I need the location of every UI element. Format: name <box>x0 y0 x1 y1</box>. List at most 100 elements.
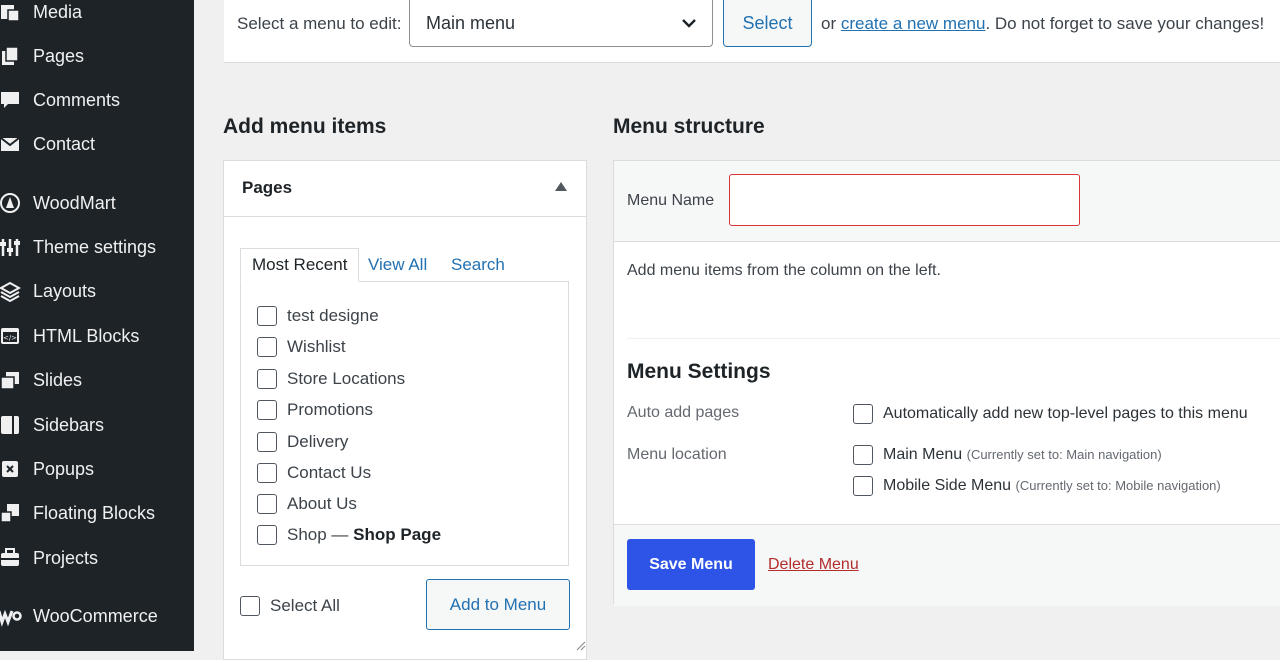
sidebar-item-label: Comments <box>33 89 121 110</box>
checkbox[interactable] <box>853 476 873 496</box>
location-main-menu[interactable]: Main Menu (Currently set to: Main naviga… <box>853 443 1162 467</box>
save-menu-button[interactable]: Save Menu <box>627 539 755 590</box>
pages-checklist: test designe Wishlist Store Locations Pr… <box>240 281 569 566</box>
sidebar-item-slides[interactable]: Slides <box>0 360 194 400</box>
menu-location-label: Menu location <box>627 446 727 463</box>
checkbox[interactable] <box>853 404 873 424</box>
shop-label: Shop — <box>287 525 349 544</box>
floating-icon <box>0 501 22 525</box>
select-all-checkbox[interactable]: Select All <box>240 593 340 619</box>
collapse-arrow-icon[interactable] <box>555 182 567 191</box>
sidebar-item-label: Media <box>33 1 83 22</box>
menu-footer-bar: Save Menu Delete Menu <box>614 524 1280 606</box>
pages-icon <box>0 44 22 68</box>
sidebar-item-label: Popups <box>33 458 95 479</box>
select-menu-label: Select a menu to edit: <box>237 14 402 33</box>
hint-suffix: . Do not forget to save your changes! <box>985 14 1265 33</box>
pages-panel-title: Pages <box>242 178 293 197</box>
menu-structure-panel: Menu Name Add menu items from the column… <box>613 160 1280 606</box>
resize-handle-icon[interactable] <box>574 639 586 651</box>
page-item[interactable]: test designe <box>257 303 379 329</box>
sidebar-item-projects[interactable]: Projects <box>0 538 194 578</box>
sidebar-item-woocommerce[interactable]: WooCommerce <box>0 596 194 636</box>
sidebar-item-theme-settings[interactable]: Theme settings <box>0 227 194 267</box>
sliders-icon <box>0 235 22 259</box>
sidebar-item-label: Sidebars <box>33 414 105 435</box>
sidebar-icon <box>0 413 22 437</box>
menu-structure-hint: Add menu items from the column on the le… <box>627 262 941 279</box>
page-item[interactable]: Delivery <box>257 429 348 455</box>
select-button[interactable]: Select <box>723 0 812 47</box>
sidebar-item-label: Slides <box>33 369 83 390</box>
checkbox[interactable] <box>257 432 277 452</box>
menu-name-input[interactable] <box>729 174 1080 226</box>
sidebar-item-label: Pages <box>33 45 85 66</box>
checkbox[interactable] <box>257 525 277 545</box>
page-item-shop[interactable]: Shop — Shop Page <box>257 522 441 548</box>
pages-panel-header[interactable]: Pages <box>224 161 586 217</box>
sidebar-item-popups[interactable]: Popups <box>0 449 194 489</box>
pages-tabs: Most Recent View All Search <box>240 248 570 282</box>
sidebar-item-floating-blocks[interactable]: Floating Blocks <box>0 493 194 533</box>
tab-most-recent[interactable]: Most Recent <box>240 248 360 282</box>
location-name: Main Menu <box>883 446 963 463</box>
menu-select-dropdown[interactable]: Main menu <box>409 0 713 47</box>
page-item[interactable]: Store Locations <box>257 366 405 392</box>
admin-sidebar: Media Pages Comments Contact WoodMart Th… <box>0 0 194 651</box>
add-menu-items-heading: Add menu items <box>223 115 387 138</box>
sidebar-item-pages[interactable]: Pages <box>0 36 194 76</box>
location-note: (Currently set to: Mobile navigation) <box>1015 478 1221 493</box>
page-item[interactable]: Contact Us <box>257 460 371 486</box>
hint-prefix: or <box>821 14 837 33</box>
sidebar-item-layouts[interactable]: Layouts <box>0 271 194 311</box>
sidebar-item-sidebars[interactable]: Sidebars <box>0 405 194 445</box>
checkbox[interactable] <box>257 369 277 389</box>
create-new-menu-link[interactable]: create a new menu <box>841 14 986 33</box>
popup-icon <box>0 457 22 481</box>
auto-add-option[interactable]: Automatically add new top-level pages to… <box>853 402 1248 426</box>
auto-add-label: Auto add pages <box>627 404 740 421</box>
woocommerce-icon <box>0 604 22 628</box>
svg-text:</>: </> <box>3 334 17 342</box>
divider <box>627 338 1280 339</box>
html-icon: </> <box>0 324 22 348</box>
checkbox[interactable] <box>240 596 260 616</box>
location-mobile-side-menu[interactable]: Mobile Side Menu (Currently set to: Mobi… <box>853 474 1221 498</box>
menu-hint: or create a new menu. Do not forget to s… <box>821 14 1264 34</box>
page-item[interactable]: Wishlist <box>257 334 346 360</box>
comments-icon <box>0 88 22 112</box>
sidebar-item-woodmart[interactable]: WoodMart <box>0 183 194 223</box>
shop-page-suffix: Shop Page <box>353 525 442 544</box>
delete-menu-link[interactable]: Delete Menu <box>768 556 859 574</box>
menu-settings-title: Menu Settings <box>627 360 771 383</box>
sidebar-item-label: Layouts <box>33 280 97 301</box>
sidebar-item-label: HTML Blocks <box>33 325 140 346</box>
checkbox[interactable] <box>257 306 277 326</box>
checkbox[interactable] <box>257 400 277 420</box>
slides-icon <box>0 368 22 392</box>
layers-icon <box>0 279 22 303</box>
pages-panel: Pages Most Recent View All Search test d… <box>223 160 587 660</box>
sidebar-item-label: Contact <box>33 133 96 154</box>
selected-menu-value: Main menu <box>426 13 516 33</box>
sidebar-item-html-blocks[interactable]: </> HTML Blocks <box>0 316 194 356</box>
page-item[interactable]: About Us <box>257 491 357 517</box>
checkbox[interactable] <box>257 337 277 357</box>
page-item[interactable]: Promotions <box>257 397 373 423</box>
tab-view-all[interactable]: View All <box>368 248 427 282</box>
tab-search[interactable]: Search <box>451 248 505 282</box>
sidebar-item-media[interactable]: Media <box>0 0 194 32</box>
add-to-menu-button[interactable]: Add to Menu <box>426 579 570 630</box>
sidebar-item-label: Theme settings <box>33 236 157 257</box>
sidebar-item-comments[interactable]: Comments <box>0 80 194 120</box>
location-name: Mobile Side Menu <box>883 477 1012 494</box>
checkbox[interactable] <box>257 463 277 483</box>
media-icon <box>0 0 22 24</box>
checkbox[interactable] <box>853 445 873 465</box>
menu-select-bar: Select a menu to edit: Main menu Select … <box>224 0 1280 63</box>
checkbox[interactable] <box>257 494 277 514</box>
briefcase-icon <box>0 546 22 570</box>
sidebar-item-contact[interactable]: Contact <box>0 124 194 164</box>
chevron-down-icon <box>682 19 696 28</box>
mail-icon <box>0 132 22 156</box>
